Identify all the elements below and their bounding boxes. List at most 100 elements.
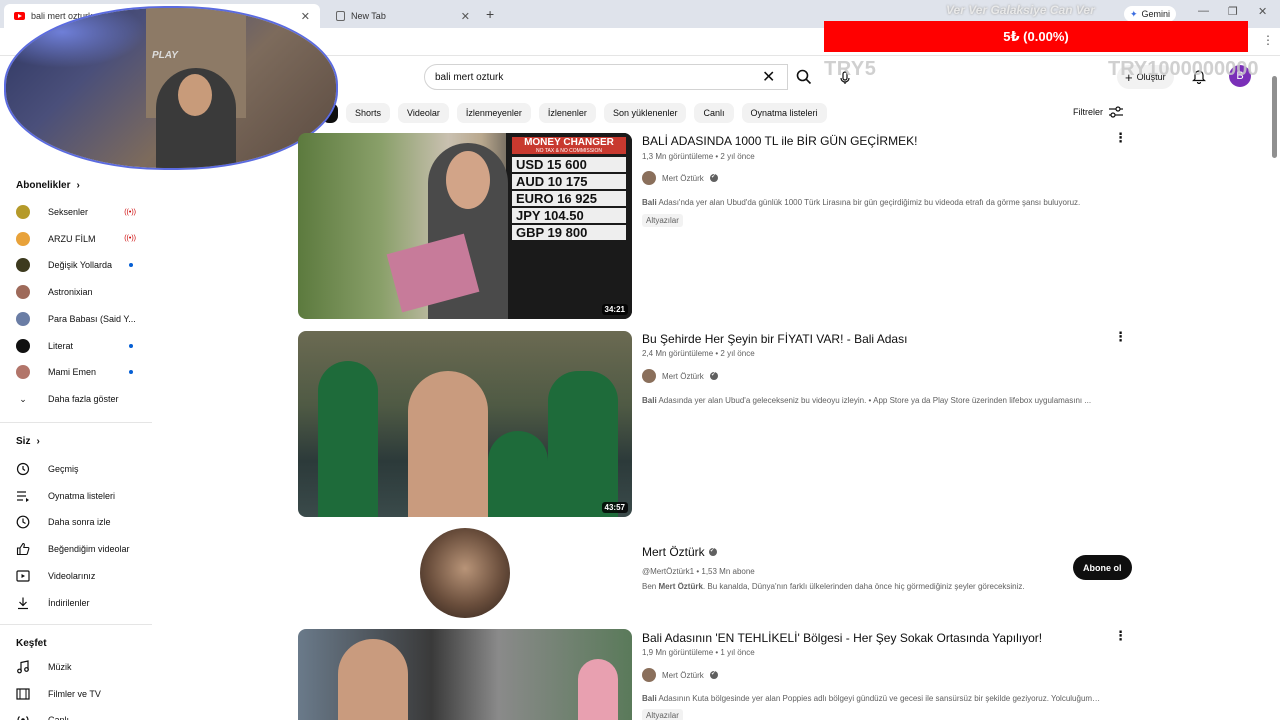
search-icon [796,69,812,85]
close-window-button[interactable]: ✕ [1258,5,1267,18]
video-title[interactable]: BALİ ADASINDA 1000 TL ile BİR GÜN GEÇİRM… [642,134,917,148]
sidebar-item-subscription[interactable]: Literat [16,336,144,356]
gemini-button[interactable]: ✦ Gemini [1124,6,1177,22]
playlists-icon [16,489,30,503]
donation-bar: 5₺ (0.00%) [824,21,1248,52]
sidebar-item-playlists[interactable]: Oynatma listeleri [16,486,144,506]
video-title[interactable]: Bali Adasının 'EN TEHLİKELİ' Bölgesi - H… [642,631,1042,645]
donation-goal-small: TRY5 [824,58,877,80]
channel-name: Mert Öztürk [662,670,704,680]
sidebar-item-label: Oynatma listeleri [48,490,116,501]
channel-avatar [16,338,30,353]
channel-avatar [16,205,30,219]
sidebar-item-thumbs-up[interactable]: Beğendiğim videolar [16,539,144,559]
sidebar-item-label: Değişik Yollarda [48,260,113,271]
tab-close-icon[interactable]: ✕ [461,10,470,23]
video-title[interactable]: Bu Şehirde Her Şeyin bir FİYATI VAR! - B… [642,332,907,346]
show-more-button[interactable]: ⌄ Daha fazla göster [16,389,144,409]
sidebar-item-subscription[interactable]: Astronixian [16,282,144,302]
chevron-right-icon: › [76,180,80,191]
more-actions-icon[interactable]: ⋮ [1114,629,1127,642]
sidebar-item-music[interactable]: Müzik [16,657,144,677]
sidebar-item-clock[interactable]: Daha sonra izle [16,512,144,532]
sidebar-item-your-videos[interactable]: Videolarınız [16,566,144,586]
chip-playlists[interactable]: Oynatma listeleri [741,103,827,123]
video-thumbnail[interactable]: 43:57 [298,331,632,517]
subscriptions-header[interactable]: Abonelikler › [16,180,80,191]
video-meta: 2,4 Mn görüntüleme • 2 yıl önce [642,349,755,358]
video-thumbnail[interactable]: MONEY CHANGER NO TAX & NO COMMISSION USD… [298,133,632,319]
sidebar-item-subscription[interactable]: ARZU FİLM ((•)) [16,229,144,249]
chip-live[interactable]: Canlı [694,103,734,123]
video-channel[interactable]: Mert Öztürk [642,369,718,383]
more-actions-icon[interactable]: ⋮ [1114,131,1127,144]
video-thumbnail[interactable] [298,629,632,720]
clear-search-icon[interactable]: ✕ [762,67,775,87]
tab-close-icon[interactable]: ✕ [301,10,310,23]
page-scrollbar[interactable] [1270,60,1278,720]
sidebar-item-subscription[interactable]: Mami Emen [16,362,144,382]
video-description: Bali Adası'nda yer alan Ubud'da günlük 1… [642,198,1081,207]
channel-card-avatar[interactable] [420,528,510,618]
new-content-dot [129,370,133,375]
sidebar-item-subscription[interactable]: Seksenler ((•)) [16,202,144,222]
video-meta: 1,9 Mn görüntüleme • 1 yıl önce [642,648,755,657]
chip-unwatched[interactable]: İzlenmeyenler [456,103,531,123]
channel-avatar [16,231,30,246]
subscriptions-title: Abonelikler [16,180,71,191]
sidebar-item-label: İndirilenler [48,597,90,608]
channel-avatar [16,311,30,326]
chip-shorts[interactable]: Shorts [346,103,391,123]
video-description: Bali Adasında yer alan Ubud'a geleceksen… [642,396,1092,405]
tab-new-tab[interactable]: New Tab ✕ [326,4,480,28]
sidebar-item-label: Mami Emen [48,367,97,378]
sidebar-item-label: Videolarınız [48,570,96,581]
chip-videos[interactable]: Videolar [398,103,449,123]
sidebar-item-label: Beğendiğim videolar [48,544,130,555]
sidebar-divider [0,422,152,423]
sidebar-item-label: Geçmiş [48,464,79,474]
new-content-dot [129,263,133,268]
verified-icon [708,546,717,556]
chip-watched[interactable]: İzlenenler [538,103,596,123]
search-input[interactable]: bali mert ozturk [424,64,788,90]
sidebar-item-label: Astronixian [48,287,93,298]
sidebar-item-label: Literat [48,340,74,351]
you-header[interactable]: Siz › [16,436,40,447]
more-actions-icon[interactable]: ⋮ [1114,330,1127,343]
channel-avatar [16,365,30,380]
new-tab-button[interactable]: + [486,6,494,22]
subscribe-button[interactable]: Abone ol [1073,555,1132,580]
sidebar-item-label: ARZU FİLM [48,233,96,244]
browser-menu-icon[interactable]: ⋮ [1262,33,1274,47]
video-channel[interactable]: Mert Öztürk [642,171,718,185]
video-duration: 43:57 [601,502,628,513]
sidebar-item-subscription[interactable]: Değişik Yollarda [16,255,144,275]
webcam-label: PLAY [152,50,178,61]
minimize-button[interactable]: — [1198,5,1209,17]
live-icon [16,713,30,720]
chevron-right-icon: › [36,436,40,447]
search-value: bali mert ozturk [435,71,504,83]
clock-icon [16,515,30,529]
explore-title: Keşfet [16,638,47,649]
sidebar-item-live[interactable]: Canlı [16,710,144,720]
sidebar-item-film[interactable]: Filmler ve TV [16,684,144,704]
live-icon: ((•)) [124,235,136,243]
video-channel[interactable]: Mert Öztürk [642,668,718,682]
channel-avatar [16,285,30,300]
channel-card-name[interactable]: Mert Öztürk [642,545,717,559]
verified-icon [709,370,718,380]
explore-header: Keşfet [16,638,47,649]
sidebar-item-download[interactable]: İndirilenler [16,593,144,613]
scrollbar-thumb[interactable] [1272,76,1277,158]
sidebar-item-label: Para Babası (Said Y... [48,313,136,324]
search-button[interactable] [786,64,822,90]
filters-button[interactable]: Filtreler [1073,106,1124,118]
channel-handle-subs: @MertÖztürk1 • 1,53 Mn abone [642,567,755,576]
sidebar-item-history[interactable]: Geçmiş [16,459,144,479]
chip-recently-uploaded[interactable]: Son yüklenenler [603,103,687,123]
thumbs-up-icon [16,542,30,556]
sidebar-item-subscription[interactable]: Para Babası (Said Y... [16,309,144,329]
maximize-button[interactable]: ❐ [1228,5,1238,18]
